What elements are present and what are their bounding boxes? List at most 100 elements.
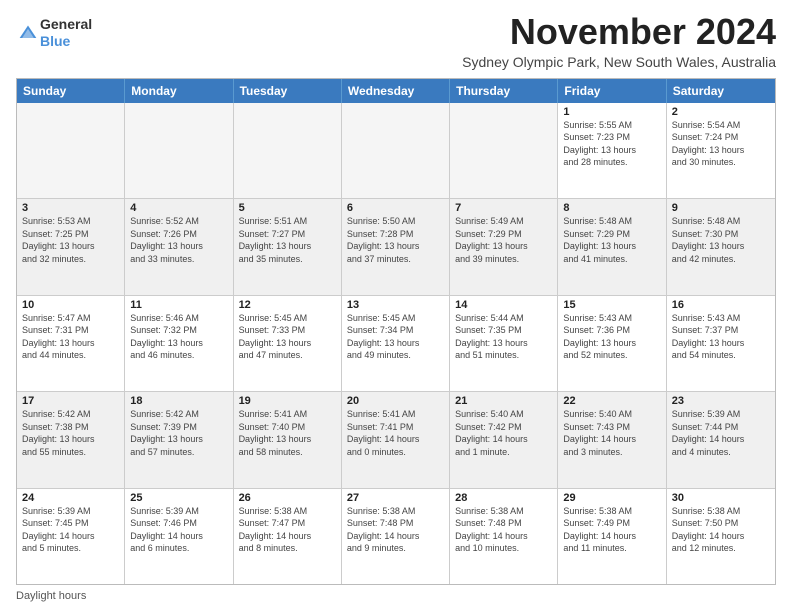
calendar-cell-r2-c5: 15Sunrise: 5:43 AM Sunset: 7:36 PM Dayli… — [558, 296, 666, 391]
day-info: Sunrise: 5:38 AM Sunset: 7:48 PM Dayligh… — [455, 505, 552, 555]
calendar-cell-r1-c0: 3Sunrise: 5:53 AM Sunset: 7:25 PM Daylig… — [17, 199, 125, 294]
calendar-cell-r2-c6: 16Sunrise: 5:43 AM Sunset: 7:37 PM Dayli… — [667, 296, 775, 391]
calendar-cell-r2-c0: 10Sunrise: 5:47 AM Sunset: 7:31 PM Dayli… — [17, 296, 125, 391]
day-info: Sunrise: 5:54 AM Sunset: 7:24 PM Dayligh… — [672, 119, 770, 169]
day-info: Sunrise: 5:42 AM Sunset: 7:39 PM Dayligh… — [130, 408, 227, 458]
header-day-wednesday: Wednesday — [342, 79, 450, 103]
day-number: 19 — [239, 395, 336, 407]
calendar-cell-r4-c4: 28Sunrise: 5:38 AM Sunset: 7:48 PM Dayli… — [450, 489, 558, 584]
calendar-row-0: 1Sunrise: 5:55 AM Sunset: 7:23 PM Daylig… — [17, 103, 775, 198]
calendar-body: 1Sunrise: 5:55 AM Sunset: 7:23 PM Daylig… — [17, 103, 775, 584]
footer: Daylight hours — [16, 590, 776, 602]
header: General Blue November 2024 Sydney Olympi… — [16, 12, 776, 70]
day-info: Sunrise: 5:50 AM Sunset: 7:28 PM Dayligh… — [347, 215, 444, 265]
day-info: Sunrise: 5:49 AM Sunset: 7:29 PM Dayligh… — [455, 215, 552, 265]
day-info: Sunrise: 5:40 AM Sunset: 7:43 PM Dayligh… — [563, 408, 660, 458]
calendar-row-2: 10Sunrise: 5:47 AM Sunset: 7:31 PM Dayli… — [17, 295, 775, 391]
day-number: 26 — [239, 492, 336, 504]
day-number: 6 — [347, 202, 444, 214]
day-number: 21 — [455, 395, 552, 407]
calendar-cell-r3-c3: 20Sunrise: 5:41 AM Sunset: 7:41 PM Dayli… — [342, 392, 450, 487]
day-number: 23 — [672, 395, 770, 407]
calendar-cell-r2-c4: 14Sunrise: 5:44 AM Sunset: 7:35 PM Dayli… — [450, 296, 558, 391]
calendar-cell-r3-c2: 19Sunrise: 5:41 AM Sunset: 7:40 PM Dayli… — [234, 392, 342, 487]
day-info: Sunrise: 5:52 AM Sunset: 7:26 PM Dayligh… — [130, 215, 227, 265]
day-info: Sunrise: 5:39 AM Sunset: 7:45 PM Dayligh… — [22, 505, 119, 555]
day-info: Sunrise: 5:41 AM Sunset: 7:41 PM Dayligh… — [347, 408, 444, 458]
calendar-cell-r0-c5: 1Sunrise: 5:55 AM Sunset: 7:23 PM Daylig… — [558, 103, 666, 198]
logo: General Blue — [16, 16, 92, 50]
calendar-cell-r0-c0 — [17, 103, 125, 198]
day-info: Sunrise: 5:43 AM Sunset: 7:37 PM Dayligh… — [672, 312, 770, 362]
day-info: Sunrise: 5:53 AM Sunset: 7:25 PM Dayligh… — [22, 215, 119, 265]
calendar-cell-r1-c6: 9Sunrise: 5:48 AM Sunset: 7:30 PM Daylig… — [667, 199, 775, 294]
day-number: 28 — [455, 492, 552, 504]
day-number: 20 — [347, 395, 444, 407]
calendar-cell-r3-c5: 22Sunrise: 5:40 AM Sunset: 7:43 PM Dayli… — [558, 392, 666, 487]
title-block: November 2024 Sydney Olympic Park, New S… — [462, 12, 776, 70]
calendar-row-1: 3Sunrise: 5:53 AM Sunset: 7:25 PM Daylig… — [17, 198, 775, 294]
day-info: Sunrise: 5:41 AM Sunset: 7:40 PM Dayligh… — [239, 408, 336, 458]
calendar-cell-r0-c4 — [450, 103, 558, 198]
day-info: Sunrise: 5:38 AM Sunset: 7:48 PM Dayligh… — [347, 505, 444, 555]
calendar-cell-r1-c3: 6Sunrise: 5:50 AM Sunset: 7:28 PM Daylig… — [342, 199, 450, 294]
calendar-cell-r4-c5: 29Sunrise: 5:38 AM Sunset: 7:49 PM Dayli… — [558, 489, 666, 584]
header-day-saturday: Saturday — [667, 79, 775, 103]
day-number: 25 — [130, 492, 227, 504]
day-info: Sunrise: 5:46 AM Sunset: 7:32 PM Dayligh… — [130, 312, 227, 362]
day-number: 7 — [455, 202, 552, 214]
day-number: 27 — [347, 492, 444, 504]
calendar-cell-r1-c2: 5Sunrise: 5:51 AM Sunset: 7:27 PM Daylig… — [234, 199, 342, 294]
day-number: 9 — [672, 202, 770, 214]
header-day-sunday: Sunday — [17, 79, 125, 103]
logo-general-text: General — [40, 16, 92, 32]
day-info: Sunrise: 5:45 AM Sunset: 7:33 PM Dayligh… — [239, 312, 336, 362]
day-number: 17 — [22, 395, 119, 407]
day-number: 10 — [22, 299, 119, 311]
calendar-header: SundayMondayTuesdayWednesdayThursdayFrid… — [17, 79, 775, 103]
day-number: 13 — [347, 299, 444, 311]
month-title: November 2024 — [462, 12, 776, 52]
header-day-friday: Friday — [558, 79, 666, 103]
footer-text: Daylight hours — [16, 590, 86, 602]
day-info: Sunrise: 5:39 AM Sunset: 7:46 PM Dayligh… — [130, 505, 227, 555]
logo-blue-text: Blue — [40, 33, 70, 49]
day-number: 1 — [563, 106, 660, 118]
day-number: 22 — [563, 395, 660, 407]
calendar-cell-r0-c3 — [342, 103, 450, 198]
day-number: 2 — [672, 106, 770, 118]
day-info: Sunrise: 5:38 AM Sunset: 7:49 PM Dayligh… — [563, 505, 660, 555]
day-number: 3 — [22, 202, 119, 214]
calendar: SundayMondayTuesdayWednesdayThursdayFrid… — [16, 78, 776, 585]
day-info: Sunrise: 5:43 AM Sunset: 7:36 PM Dayligh… — [563, 312, 660, 362]
calendar-cell-r2-c2: 12Sunrise: 5:45 AM Sunset: 7:33 PM Dayli… — [234, 296, 342, 391]
calendar-cell-r3-c0: 17Sunrise: 5:42 AM Sunset: 7:38 PM Dayli… — [17, 392, 125, 487]
calendar-cell-r0-c6: 2Sunrise: 5:54 AM Sunset: 7:24 PM Daylig… — [667, 103, 775, 198]
calendar-cell-r3-c6: 23Sunrise: 5:39 AM Sunset: 7:44 PM Dayli… — [667, 392, 775, 487]
day-info: Sunrise: 5:51 AM Sunset: 7:27 PM Dayligh… — [239, 215, 336, 265]
day-number: 18 — [130, 395, 227, 407]
day-info: Sunrise: 5:44 AM Sunset: 7:35 PM Dayligh… — [455, 312, 552, 362]
subtitle: Sydney Olympic Park, New South Wales, Au… — [462, 54, 776, 70]
day-info: Sunrise: 5:55 AM Sunset: 7:23 PM Dayligh… — [563, 119, 660, 169]
day-info: Sunrise: 5:40 AM Sunset: 7:42 PM Dayligh… — [455, 408, 552, 458]
calendar-cell-r3-c1: 18Sunrise: 5:42 AM Sunset: 7:39 PM Dayli… — [125, 392, 233, 487]
calendar-cell-r0-c1 — [125, 103, 233, 198]
calendar-row-3: 17Sunrise: 5:42 AM Sunset: 7:38 PM Dayli… — [17, 391, 775, 487]
header-day-thursday: Thursday — [450, 79, 558, 103]
day-number: 12 — [239, 299, 336, 311]
calendar-cell-r1-c4: 7Sunrise: 5:49 AM Sunset: 7:29 PM Daylig… — [450, 199, 558, 294]
calendar-cell-r4-c3: 27Sunrise: 5:38 AM Sunset: 7:48 PM Dayli… — [342, 489, 450, 584]
day-info: Sunrise: 5:48 AM Sunset: 7:30 PM Dayligh… — [672, 215, 770, 265]
page: General Blue November 2024 Sydney Olympi… — [0, 0, 792, 612]
day-number: 8 — [563, 202, 660, 214]
calendar-cell-r4-c1: 25Sunrise: 5:39 AM Sunset: 7:46 PM Dayli… — [125, 489, 233, 584]
day-info: Sunrise: 5:45 AM Sunset: 7:34 PM Dayligh… — [347, 312, 444, 362]
header-day-monday: Monday — [125, 79, 233, 103]
day-info: Sunrise: 5:48 AM Sunset: 7:29 PM Dayligh… — [563, 215, 660, 265]
calendar-row-4: 24Sunrise: 5:39 AM Sunset: 7:45 PM Dayli… — [17, 488, 775, 584]
calendar-cell-r0-c2 — [234, 103, 342, 198]
day-number: 29 — [563, 492, 660, 504]
calendar-cell-r4-c2: 26Sunrise: 5:38 AM Sunset: 7:47 PM Dayli… — [234, 489, 342, 584]
day-number: 4 — [130, 202, 227, 214]
